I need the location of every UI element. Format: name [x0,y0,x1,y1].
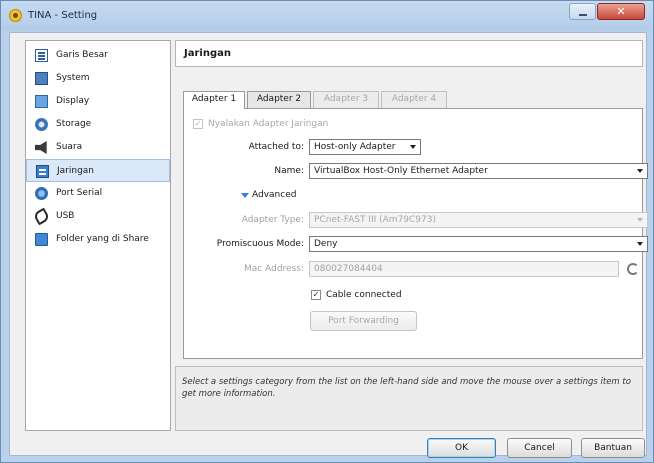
sidebar-item-label: USB [56,211,75,221]
storage-icon [35,118,48,131]
adapter-type-label: Adapter Type: [241,215,304,225]
tab-adapter-4[interactable]: Adapter 4 [381,91,447,108]
chevron-down-icon [637,242,643,246]
sidebar-item-label: Garis Besar [56,50,108,60]
mac-address-value: 080027084404 [314,264,383,274]
audio-icon [35,141,47,154]
general-icon [35,49,48,62]
title-bar[interactable]: TINA - Setting ✕ [1,1,653,31]
tab-adapter-3[interactable]: Adapter 3 [313,91,379,108]
enable-adapter-checkbox[interactable]: ✓ [193,119,203,129]
sidebar-item-label: Display [56,96,90,106]
adapter-name-value: VirtualBox Host-Only Ethernet Adapter [314,166,488,176]
advanced-toggle[interactable]: Advanced [252,190,296,200]
sidebar-item-label: Storage [56,119,92,129]
sidebar-item-label: Jaringan [57,166,95,176]
page-title: Jaringan [184,48,231,59]
adapter-name-select[interactable]: VirtualBox Host-Only Ethernet Adapter [309,163,648,179]
sidebar-item-storage[interactable]: Storage [26,113,170,136]
adapter-type-value: PCnet-FAST III (Am79C973) [314,215,436,225]
usb-icon [32,207,51,226]
settings-page: Jaringan Adapter 1 Adapter 2 Adapter 3 A… [175,40,648,359]
settings-category-list: Garis Besar System Display Storage Suara… [25,40,171,431]
sidebar-item-display[interactable]: Display [26,90,170,113]
display-icon [35,95,48,108]
chevron-down-icon [637,169,643,173]
advanced-expand-icon[interactable] [241,193,249,198]
sidebar-item-label: Folder yang di Share [56,234,149,244]
chevron-down-icon [410,145,416,149]
sidebar-item-usb[interactable]: USB [26,205,170,228]
tab-adapter-2[interactable]: Adapter 2 [247,91,311,108]
sidebar-item-serial-port[interactable]: Port Serial [26,182,170,205]
network-icon [36,165,49,178]
chevron-down-icon [637,218,643,222]
attached-to-select[interactable]: Host-only Adapter [309,139,421,155]
attached-to-value: Host-only Adapter [314,142,396,152]
promiscuous-mode-value: Deny [314,239,338,249]
sidebar-item-network[interactable]: Jaringan [26,159,170,182]
cable-connected-checkbox[interactable]: ✓ [311,290,321,300]
port-forwarding-button[interactable]: Port Forwarding [310,311,417,331]
window-title: TINA - Setting [28,10,98,21]
sidebar-item-shared-folders[interactable]: Folder yang di Share [26,228,170,251]
cable-connected-label: Cable connected [326,290,402,300]
help-button[interactable]: Bantuan [581,438,645,458]
page-header: Jaringan [175,40,643,67]
settings-window: TINA - Setting ✕ Garis Besar System Disp… [0,0,654,463]
ok-button[interactable]: OK [427,438,496,458]
sidebar-item-label: System [56,73,90,83]
minimize-button[interactable] [569,3,596,20]
promiscuous-mode-label: Promiscuous Mode: [216,239,304,249]
promiscuous-mode-select[interactable]: Deny [309,236,648,252]
sidebar-item-system[interactable]: System [26,67,170,90]
serial-port-icon [35,187,48,200]
sidebar-item-general[interactable]: Garis Besar [26,44,170,67]
shared-folder-icon [35,233,48,246]
sidebar-item-label: Port Serial [56,188,103,198]
cancel-button[interactable]: Cancel [507,438,572,458]
virtualbox-icon [9,9,22,22]
adapter-type-select[interactable]: PCnet-FAST III (Am79C973) [309,212,648,228]
mac-address-label: Mac Address: [244,264,304,274]
sidebar-item-label: Suara [56,142,83,152]
enable-adapter-label: Nyalakan Adapter Jaringan [208,119,329,129]
refresh-mac-icon[interactable] [627,263,639,275]
name-label: Name: [274,166,304,176]
close-button[interactable]: ✕ [597,3,645,20]
system-icon [35,72,48,85]
tab-adapter-1[interactable]: Adapter 1 [183,91,245,109]
sidebar-item-audio[interactable]: Suara [26,136,170,159]
info-panel: Select a settings category from the list… [175,366,643,431]
adapter-panel: ✓ Nyalakan Adapter Jaringan Attached to:… [183,108,648,359]
mac-address-field[interactable]: 080027084404 [309,261,619,277]
attached-to-label: Attached to: [248,142,304,152]
info-text: Select a settings category from the list… [182,377,631,399]
dialog-body: Garis Besar System Display Storage Suara… [9,32,648,458]
